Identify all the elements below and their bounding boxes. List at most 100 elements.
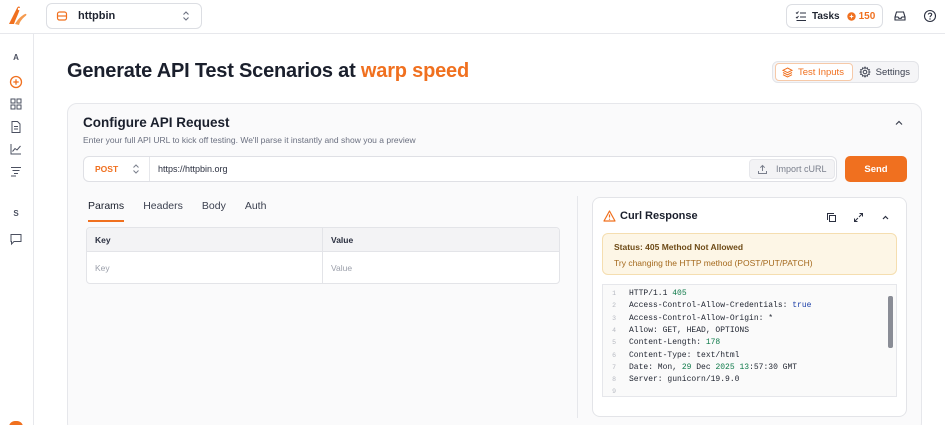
import-curl-button[interactable]: Import cURL bbox=[749, 159, 835, 179]
method-value: POST bbox=[95, 164, 119, 174]
code-token: 13 bbox=[739, 362, 750, 372]
page-title: Generate API Test Scenarios at warp spee… bbox=[67, 60, 469, 83]
gear-icon bbox=[858, 66, 871, 78]
value-input[interactable]: Value bbox=[323, 252, 352, 283]
chat-icon[interactable] bbox=[9, 232, 23, 246]
line-number: 8 bbox=[612, 376, 616, 384]
server-icon bbox=[55, 9, 69, 23]
collapse-chevron-icon[interactable] bbox=[880, 212, 891, 223]
params-table: Key Value Key Value bbox=[86, 227, 560, 284]
code-line: 9 bbox=[603, 386, 629, 396]
code-token: 29 bbox=[681, 362, 692, 372]
line-number: 2 bbox=[612, 302, 616, 310]
add-circle-icon[interactable] bbox=[9, 75, 23, 89]
tab-params[interactable]: Params bbox=[88, 200, 125, 222]
tasks-label: Tasks bbox=[812, 10, 840, 22]
upload-icon bbox=[758, 164, 767, 174]
code-line: 1 HTTP/1.1 405 bbox=[603, 288, 687, 300]
filter-list-icon[interactable] bbox=[9, 164, 23, 178]
layers-icon bbox=[782, 66, 793, 78]
request-bar: POST Import cURL bbox=[83, 156, 837, 182]
status-title: Status: 405 Method Not Allowed bbox=[614, 242, 744, 252]
code-line: 4 Allow: GET, HEAD, OPTIONS bbox=[603, 325, 749, 337]
document-icon[interactable] bbox=[9, 120, 23, 134]
code-token: Server: gunicorn/19.9.0 bbox=[629, 375, 740, 385]
tasks-count-badge: 150 bbox=[858, 10, 876, 22]
chevron-updown-icon bbox=[179, 9, 193, 23]
code-token: Content-Type: text/html bbox=[629, 350, 740, 360]
response-code-viewer[interactable]: 1 HTTP/1.1 405 2 Access-Control-Allow-Crede… bbox=[602, 284, 897, 397]
code-token: Access-Control-Allow-Origin: * bbox=[629, 313, 774, 323]
help-icon[interactable] bbox=[923, 9, 937, 23]
panel-divider bbox=[577, 196, 578, 418]
collapse-chevron-icon[interactable] bbox=[893, 117, 905, 129]
line-number: 9 bbox=[612, 388, 616, 396]
user-avatar[interactable] bbox=[9, 421, 23, 425]
chevron-updown-icon bbox=[133, 164, 139, 174]
workspace-selector[interactable]: httpbin bbox=[46, 3, 202, 29]
tab-headers[interactable]: Headers bbox=[143, 200, 183, 222]
status-hint: Try changing the HTTP method (POST/PUT/P… bbox=[614, 258, 813, 268]
key-input[interactable]: Key bbox=[87, 252, 323, 283]
curl-response-panel: Curl Response Status: 405 Method Not All… bbox=[592, 197, 907, 417]
code-line: 3 Access-Control-Allow-Origin: * bbox=[603, 313, 773, 325]
workspace-name: httpbin bbox=[78, 10, 116, 22]
sidebar: A S bbox=[0, 34, 34, 425]
sidebar-section-a: A bbox=[13, 53, 19, 62]
curl-response-title: Curl Response bbox=[620, 210, 698, 222]
tab-test-inputs-label: Test Inputs bbox=[798, 66, 844, 78]
page-title-text: Generate API Test Scenarios at bbox=[67, 60, 356, 82]
import-curl-label: Import cURL bbox=[776, 164, 827, 174]
code-token: HTTP/1.1 bbox=[629, 289, 673, 298]
configure-request-card: Configure API Request Enter your full AP… bbox=[67, 103, 922, 425]
code-line: 8 Server: gunicorn/19.9.0 bbox=[603, 374, 739, 386]
send-button[interactable]: Send bbox=[845, 156, 907, 182]
card-title: Configure API Request bbox=[83, 115, 230, 130]
request-tabs: Params Headers Body Auth bbox=[88, 200, 285, 222]
line-chart-icon[interactable] bbox=[9, 142, 23, 156]
coin-icon bbox=[846, 11, 856, 21]
mode-toggle: Test Inputs Settings bbox=[772, 61, 919, 83]
warning-icon bbox=[603, 210, 616, 222]
code-token: Date: Mon, bbox=[629, 362, 682, 372]
tasks-list-icon bbox=[795, 10, 807, 22]
code-token: Access-Control-Allow-Credentials: bbox=[629, 301, 793, 311]
inbox-icon[interactable] bbox=[893, 9, 907, 23]
tab-settings[interactable]: Settings bbox=[853, 63, 916, 81]
line-number: 7 bbox=[612, 363, 616, 371]
tab-test-inputs[interactable]: Test Inputs bbox=[775, 63, 853, 81]
app-logo-icon[interactable] bbox=[6, 4, 28, 28]
line-number: 1 bbox=[612, 290, 616, 297]
column-header-key: Key bbox=[87, 228, 323, 251]
code-line: 5 Content-Length: 178 bbox=[603, 337, 720, 349]
url-input[interactable] bbox=[158, 157, 738, 181]
tab-settings-label: Settings bbox=[875, 66, 910, 78]
code-token: 405 bbox=[672, 289, 687, 298]
table-header: Key Value bbox=[87, 228, 559, 252]
tasks-button[interactable]: Tasks 150 bbox=[786, 4, 883, 28]
method-select[interactable]: POST bbox=[84, 157, 150, 181]
code-token: Allow: GET, HEAD, OPTIONS bbox=[629, 325, 750, 335]
dashboard-grid-icon[interactable] bbox=[9, 97, 23, 111]
column-header-value: Value bbox=[331, 234, 354, 245]
line-number: 4 bbox=[612, 326, 616, 334]
copy-icon[interactable] bbox=[826, 212, 837, 223]
code-token: Content-Length: bbox=[629, 338, 706, 348]
sidebar-section-s: S bbox=[13, 209, 19, 218]
expand-icon[interactable] bbox=[853, 212, 864, 223]
code-token: 178 bbox=[705, 338, 721, 348]
code-token: Dec bbox=[691, 362, 716, 372]
table-row: Key Value bbox=[87, 252, 559, 283]
code-line: 6 Content-Type: text/html bbox=[603, 350, 739, 362]
line-number: 5 bbox=[612, 339, 616, 347]
code-token: 2025 bbox=[715, 362, 735, 372]
tab-auth[interactable]: Auth bbox=[245, 200, 267, 222]
top-bar: httpbin Tasks 150 bbox=[0, 0, 945, 34]
tab-body[interactable]: Body bbox=[202, 200, 226, 222]
code-line: 2 Access-Control-Allow-Credentials: true bbox=[603, 300, 811, 312]
code-line: 7 Date: Mon, 29 Dec 2025 13:57:30 GMT bbox=[603, 362, 797, 374]
page-title-accent: warp speed bbox=[360, 60, 469, 82]
scrollbar[interactable] bbox=[888, 296, 893, 348]
line-number: 6 bbox=[612, 351, 616, 359]
code-token: true bbox=[792, 301, 812, 311]
